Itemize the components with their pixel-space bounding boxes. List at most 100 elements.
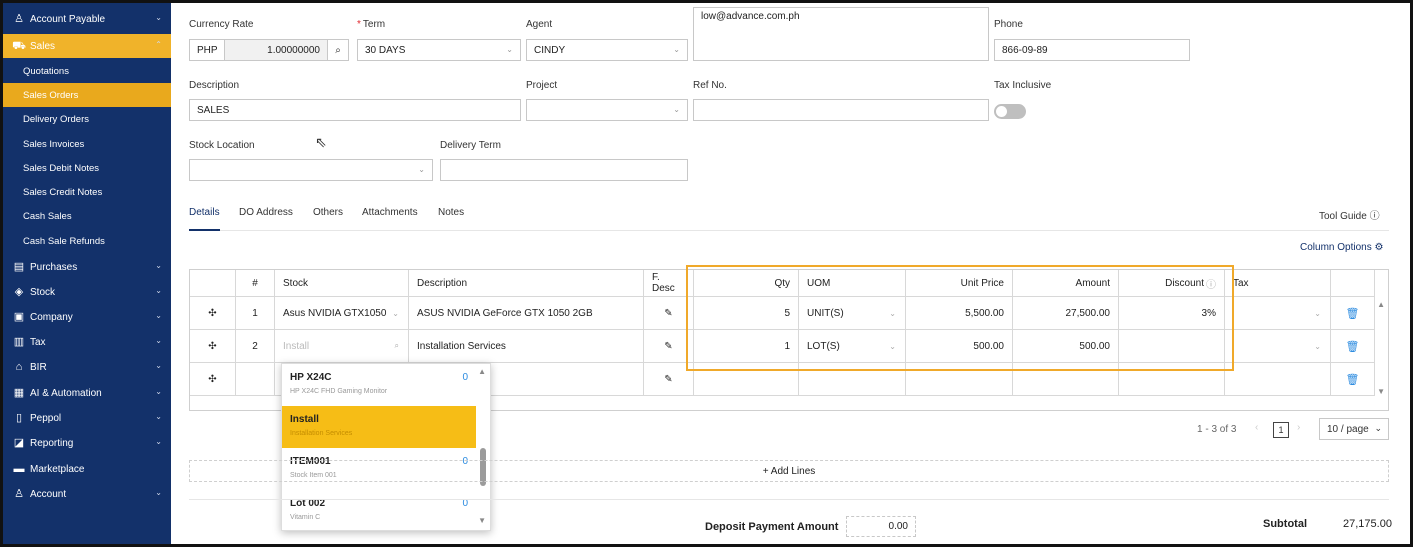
sidebar-item-sales-debit-notes[interactable]: Sales Debit Notes bbox=[3, 156, 171, 180]
sidebar-item-account-payable[interactable]: ♙ Account Payable ⌄ bbox=[3, 7, 171, 31]
description-cell[interactable]: ASUS NVIDIA GeForce GTX 1050 2GB bbox=[409, 297, 644, 330]
user-icon: ♙ bbox=[14, 487, 24, 500]
sidebar-item-stock[interactable]: ◈ Stock ⌄ bbox=[3, 280, 171, 304]
description-field[interactable]: SALES bbox=[189, 99, 521, 121]
store-icon: ▬ bbox=[13, 462, 25, 475]
agent-select[interactable]: CINDY ⌄ bbox=[526, 39, 688, 61]
chevron-down-icon: ⌄ bbox=[418, 165, 425, 174]
stock-search-input[interactable]: Install ⌕ bbox=[275, 330, 409, 363]
stock-cell[interactable]: Asus NVIDIA GTX1050 ⌄ bbox=[275, 297, 409, 330]
tab-attachments[interactable]: Attachments bbox=[362, 207, 418, 218]
box-icon: ◈ bbox=[14, 285, 24, 298]
tax-cell[interactable] bbox=[1225, 363, 1331, 396]
file-icon: ▯ bbox=[15, 411, 23, 424]
scroll-down-icon[interactable]: ▼ bbox=[1377, 387, 1385, 396]
prev-page-icon[interactable]: ‹ bbox=[1255, 422, 1258, 433]
sidebar-item-tax[interactable]: ▥ Tax ⌄ bbox=[3, 330, 171, 354]
tab-others[interactable]: Others bbox=[313, 207, 343, 218]
dropdown-option[interactable]: Lot 002 Vitamin C 0 bbox=[282, 490, 476, 532]
tax-inclusive-label: Tax Inclusive bbox=[994, 80, 1052, 91]
basket-icon: ⛟ bbox=[12, 39, 26, 52]
subtotal-label: Subtotal bbox=[1263, 518, 1307, 530]
add-lines-button[interactable]: + Add Lines bbox=[189, 460, 1389, 482]
column-options-link[interactable]: Column Options ⚙ bbox=[1300, 242, 1383, 253]
chevron-down-icon: ⌄ bbox=[155, 488, 162, 497]
delivery-term-field[interactable] bbox=[440, 159, 688, 181]
sidebar-item-sales-orders[interactable]: Sales Orders bbox=[3, 83, 171, 107]
sales-order-form: Currency Rate PHP 1.00000000 ⌕ * Term 30 … bbox=[171, 3, 1410, 544]
sidebar-item-peppol[interactable]: ▯ Peppol ⌄ bbox=[3, 406, 171, 430]
tax-inclusive-toggle[interactable] bbox=[994, 104, 1026, 119]
project-select[interactable]: ⌄ bbox=[526, 99, 688, 121]
chevron-down-icon: ⌄ bbox=[506, 45, 513, 54]
currency-code-field[interactable]: PHP bbox=[189, 39, 225, 61]
dropdown-option-selected[interactable]: Install Installation Services bbox=[282, 406, 476, 448]
row-num: 2 bbox=[236, 330, 275, 363]
sidebar-item-sales-invoices[interactable]: Sales Invoices bbox=[3, 132, 171, 156]
drag-handle-icon[interactable]: ✣ bbox=[190, 330, 236, 363]
current-page[interactable]: 1 bbox=[1273, 422, 1289, 438]
scroll-up-icon[interactable]: ▲ bbox=[1377, 300, 1385, 309]
sidebar-item-delivery-orders[interactable]: Delivery Orders bbox=[3, 107, 171, 131]
ref-no-label: Ref No. bbox=[693, 80, 727, 91]
stock-location-select[interactable]: ⌄ bbox=[189, 159, 433, 181]
chevron-down-icon: ⌄ bbox=[1314, 341, 1321, 351]
scroll-up-icon[interactable]: ▲ bbox=[478, 367, 486, 376]
sidebar-item-sales-credit-notes[interactable]: Sales Credit Notes bbox=[3, 180, 171, 204]
deposit-label: Deposit Payment Amount bbox=[705, 521, 839, 533]
delete-row-icon[interactable]: 🗑 bbox=[1331, 330, 1375, 363]
description-cell[interactable]: Installation Services bbox=[409, 330, 644, 363]
sidebar-item-marketplace[interactable]: ▬ Marketplace bbox=[3, 457, 171, 481]
highlight-box bbox=[686, 265, 1234, 371]
tab-notes[interactable]: Notes bbox=[438, 207, 464, 218]
sidebar-item-cash-sales[interactable]: Cash Sales bbox=[3, 204, 171, 228]
tool-guide-link[interactable]: Tool Guide ⓘ bbox=[1319, 207, 1380, 222]
term-select[interactable]: 30 DAYS ⌄ bbox=[357, 39, 521, 61]
chevron-up-icon: ⌃ bbox=[155, 40, 162, 49]
sidebar-item-reporting[interactable]: ◪ Reporting ⌄ bbox=[3, 431, 171, 455]
chevron-down-icon: ⌄ bbox=[392, 308, 399, 318]
document-icon: ▤ bbox=[13, 260, 25, 273]
person-icon: ♙ bbox=[14, 12, 24, 25]
ref-no-field[interactable] bbox=[693, 99, 989, 121]
project-label: Project bbox=[526, 80, 558, 91]
email-textarea[interactable]: low@advance.com.ph bbox=[693, 7, 989, 61]
tab-details[interactable]: Details bbox=[189, 207, 220, 218]
sidebar-item-account[interactable]: ♙ Account ⌄ bbox=[3, 482, 171, 506]
app-window: ♙ Account Payable ⌄ ⛟ Sales ⌃ Quotations… bbox=[0, 0, 1413, 547]
chevron-down-icon: ⌄ bbox=[673, 45, 680, 54]
pagination-range: 1 - 3 of 3 bbox=[1197, 424, 1237, 435]
delivery-term-label: Delivery Term bbox=[440, 140, 501, 151]
currency-rate-field[interactable]: 1.00000000 bbox=[224, 39, 328, 61]
sidebar-item-ai-automation[interactable]: ▦ AI & Automation ⌄ bbox=[3, 381, 171, 405]
next-page-icon[interactable]: › bbox=[1297, 422, 1300, 433]
header-num: # bbox=[236, 270, 275, 297]
drag-handle-icon[interactable]: ✣ bbox=[190, 297, 236, 330]
sidebar-item-sales[interactable]: ⛟ Sales ⌃ bbox=[3, 34, 171, 58]
page-size-select[interactable]: 10 / page ⌄ bbox=[1319, 418, 1389, 440]
drag-handle-icon[interactable]: ✣ bbox=[190, 363, 236, 396]
chevron-down-icon: ⌄ bbox=[155, 336, 162, 345]
sidebar-item-bir[interactable]: ⌂ BIR ⌄ bbox=[3, 355, 171, 379]
sidebar-item-purchases[interactable]: ▤ Purchases ⌄ bbox=[3, 255, 171, 279]
sidebar-item-quotations[interactable]: Quotations bbox=[3, 59, 171, 83]
scroll-down-icon[interactable]: ▼ bbox=[478, 516, 486, 525]
row-num: 1 bbox=[236, 297, 275, 330]
header-stock: Stock bbox=[275, 270, 409, 297]
deposit-amount-field[interactable]: 0.00 bbox=[846, 516, 916, 537]
sidebar-item-company[interactable]: ▣ Company ⌄ bbox=[3, 305, 171, 329]
tax-cell[interactable]: ⌄ bbox=[1225, 297, 1331, 330]
phone-field[interactable]: 866-09-89 bbox=[994, 39, 1190, 61]
building-icon: ▣ bbox=[13, 310, 25, 323]
sidebar-item-cash-sale-refunds[interactable]: Cash Sale Refunds bbox=[3, 229, 171, 253]
dropdown-option[interactable]: HP X24C HP X24C FHD Gaming Monitor 0 bbox=[282, 364, 476, 406]
search-icon[interactable]: ⌕ bbox=[327, 39, 349, 61]
delete-row-icon[interactable]: 🗑 bbox=[1331, 297, 1375, 330]
header-actions bbox=[1331, 270, 1375, 297]
active-tab-indicator bbox=[189, 229, 220, 231]
delete-row-icon[interactable]: 🗑 bbox=[1331, 363, 1375, 396]
tab-do-address[interactable]: DO Address bbox=[239, 207, 293, 218]
tax-cell[interactable]: ⌄ bbox=[1225, 330, 1331, 363]
bank-icon: ⌂ bbox=[15, 360, 23, 373]
stock-location-label: Stock Location bbox=[189, 140, 255, 151]
